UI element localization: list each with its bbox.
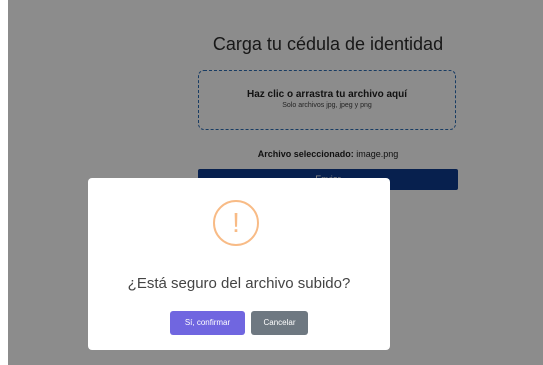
exclamation-icon: ! [213, 200, 259, 246]
cancel-button[interactable]: Cancelar [251, 311, 308, 335]
confirm-dialog: ! ¿Está seguro del archivo subido? Sí, c… [88, 178, 390, 350]
dialog-title: ¿Está seguro del archivo subido? [127, 275, 351, 292]
confirm-button[interactable]: Sí, confirmar [170, 311, 245, 335]
